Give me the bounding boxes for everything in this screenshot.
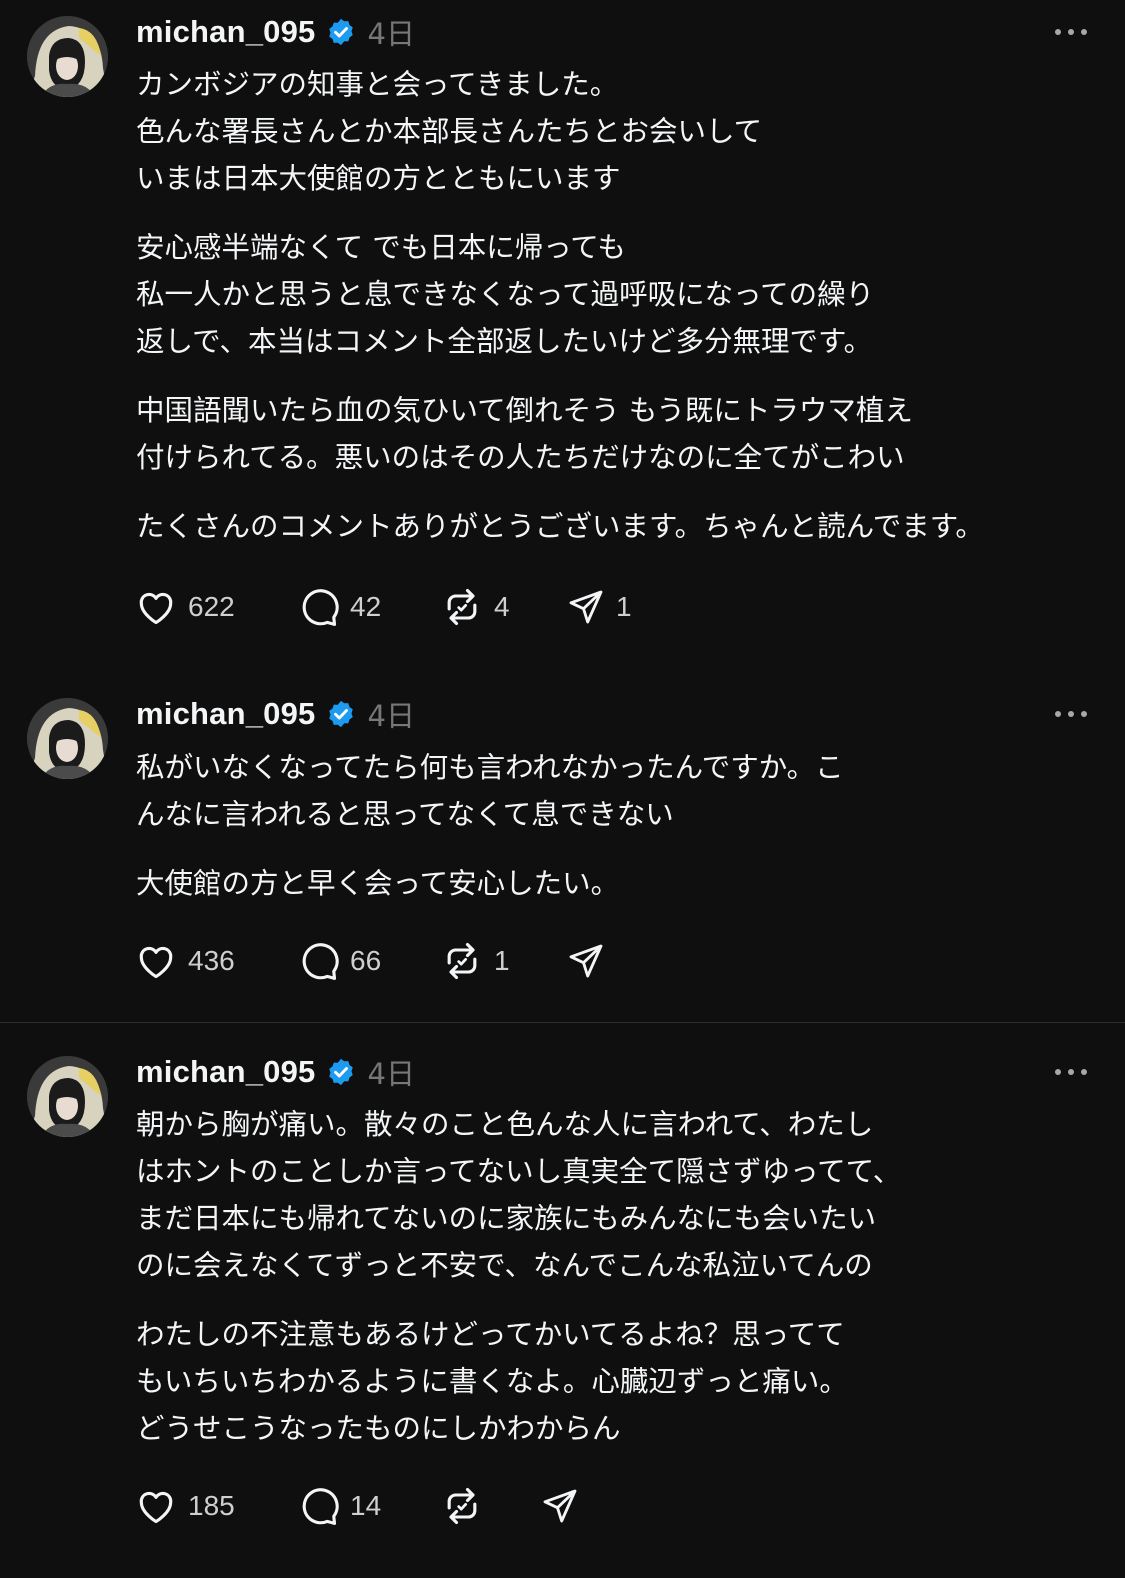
post-paragraph: 安心感半端なくて でも日本に帰っても 私一人かと思うと息できなくなって過呼吸にな…: [136, 231, 875, 358]
more-options-icon[interactable]: [1055, 1067, 1087, 1077]
post-paragraph: たくさんのコメントありがとうございます。ちゃんと読んでます。: [136, 510, 984, 543]
verified-badge-icon: [328, 1058, 353, 1086]
heart-icon: [139, 592, 173, 625]
post-body: 私がいなくなってたら何も言われなかったんですか。こ んなに言われると思ってなくて…: [136, 744, 1096, 907]
repost-button[interactable]: 1: [440, 939, 566, 983]
more-options-icon[interactable]: [1055, 27, 1087, 37]
avatar-image: [27, 1056, 108, 1137]
username[interactable]: michan_095: [136, 14, 316, 50]
share-count: 1: [616, 591, 632, 622]
comment-bubble-icon: [302, 589, 339, 626]
share-button[interactable]: [540, 1484, 580, 1528]
avatar[interactable]: [27, 698, 108, 779]
send-icon: [543, 1489, 577, 1523]
post-body: カンボジアの知事と会ってきました。 色んな署長さんとか本部長さんたちとお会いして…: [136, 61, 1096, 550]
post-header: michan_095 4日: [136, 12, 415, 52]
like-count: 185: [188, 1490, 235, 1521]
comment-bubble-icon: [302, 943, 339, 980]
avatar[interactable]: [27, 16, 108, 97]
more-options-icon[interactable]: [1055, 709, 1087, 719]
reply-button[interactable]: 14: [296, 1484, 440, 1528]
username[interactable]: michan_095: [136, 696, 316, 732]
post-paragraph: 私がいなくなってたら何も言われなかったんですか。こ んなに言われると思ってなくて…: [136, 751, 844, 831]
send-icon: [569, 944, 603, 978]
repost-button[interactable]: [440, 1484, 540, 1528]
like-count: 436: [188, 945, 235, 976]
post-actions: 622 42 4 1: [134, 585, 632, 629]
like-button[interactable]: 185: [134, 1484, 296, 1528]
repost-count: 4: [494, 591, 510, 622]
post-actions: 185 14: [134, 1484, 580, 1528]
post-time[interactable]: 4日: [368, 11, 415, 53]
verified-badge-icon: [328, 700, 353, 728]
like-count: 622: [188, 591, 235, 622]
like-button[interactable]: 436: [134, 939, 296, 983]
reply-count: 14: [350, 1490, 382, 1521]
comment-bubble-icon: [302, 1488, 339, 1525]
post-header: michan_095 4日: [136, 1052, 415, 1092]
post: michan_095 4日 私がいなくなってたら何も言われなかったんですか。こ …: [0, 662, 1125, 1022]
share-button[interactable]: [566, 939, 606, 983]
repost-icon: [447, 1487, 477, 1525]
post-paragraph: 中国語聞いたら血の気ひいて倒れそう もう既にトラウマ植え 付けられてる。悪いのは…: [136, 394, 913, 474]
username[interactable]: michan_095: [136, 1054, 316, 1090]
like-button[interactable]: 622: [134, 585, 296, 629]
post-header: michan_095 4日: [136, 694, 415, 734]
verified-badge-icon: [328, 18, 353, 46]
post-paragraph: 大使館の方と早く会って安心したい。: [136, 867, 620, 900]
reply-button[interactable]: 66: [296, 939, 440, 983]
heart-icon: [139, 1491, 173, 1524]
threads-feed: michan_095 4日 カンボジアの知事と会ってきました。 色んな署長さんと…: [0, 0, 1125, 1577]
post: michan_095 4日 カンボジアの知事と会ってきました。 色んな署長さんと…: [0, 0, 1125, 662]
post-paragraph: 朝から胸が痛い。散々のこと色んな人に言われて、わたし はホントのことしか言ってな…: [136, 1108, 902, 1282]
avatar[interactable]: [27, 1056, 108, 1137]
post-time[interactable]: 4日: [368, 693, 415, 735]
post-actions: 436 66 1: [134, 939, 606, 983]
post-body: 朝から胸が痛い。散々のこと色んな人に言われて、わたし はホントのことしか言ってな…: [136, 1101, 1096, 1452]
reply-count: 42: [350, 591, 382, 622]
share-button[interactable]: 1: [566, 585, 632, 629]
heart-icon: [139, 946, 173, 979]
post-time[interactable]: 4日: [368, 1051, 415, 1093]
reply-count: 66: [350, 945, 382, 976]
repost-icon: [447, 942, 477, 980]
repost-button[interactable]: 4: [440, 585, 566, 629]
repost-count: 1: [494, 945, 510, 976]
post: michan_095 4日 朝から胸が痛い。散々のこと色んな人に言われて、わたし…: [0, 1022, 1125, 1578]
send-icon: [569, 590, 603, 624]
post-paragraph: カンボジアの知事と会ってきました。 色んな署長さんとか本部長さんたちとお会いして…: [136, 68, 763, 195]
avatar-image: [27, 698, 108, 779]
repost-icon: [447, 588, 477, 626]
reply-button[interactable]: 42: [296, 585, 440, 629]
post-paragraph: わたしの不注意もあるけどってかいてるよね？思ってて もいちいちわかるように書くな…: [136, 1318, 848, 1445]
avatar-image: [27, 16, 108, 97]
